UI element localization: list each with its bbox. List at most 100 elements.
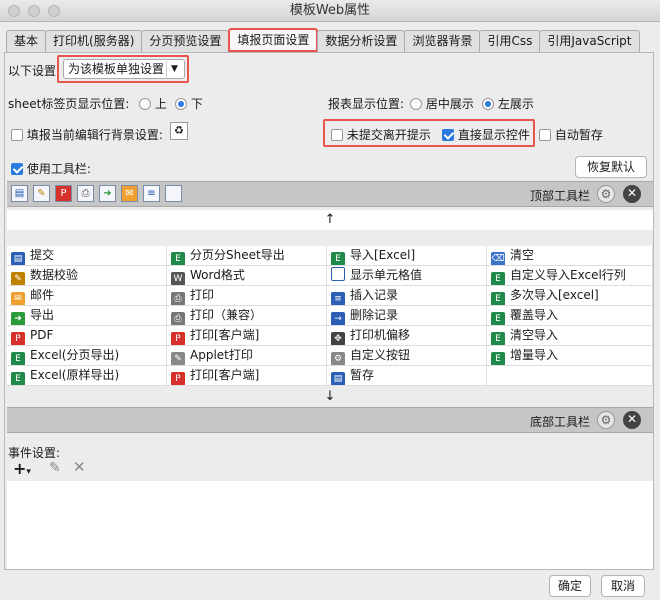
cancel-button[interactable]: 取消: [601, 575, 645, 597]
toolbar-item[interactable]: E 增量导入: [487, 346, 653, 366]
scope-select[interactable]: 为该模板单独设置 ▼: [63, 59, 185, 79]
gear-icon: ⚙: [331, 352, 345, 365]
toolbar-item[interactable]: E 自定义导入Excel行列: [487, 266, 653, 286]
gear-icon[interactable]: ⚙: [597, 411, 615, 429]
ok-button[interactable]: 确定: [549, 575, 591, 597]
close-icon[interactable]: ✕: [623, 185, 641, 203]
toolbar-item[interactable]: W Word格式: [167, 266, 327, 286]
save-icon[interactable]: ▤: [11, 185, 28, 202]
toolbar-item[interactable]: ≡ 插入记录: [327, 286, 487, 306]
checkbox[interactable]: [11, 129, 23, 141]
tab-printer-server[interactable]: 打印机(服务器): [45, 30, 143, 52]
report-pos-left-option[interactable]: 左展示: [482, 95, 534, 112]
checkbox[interactable]: [331, 129, 343, 141]
toolbar-item[interactable]: ⎙ 打印: [167, 286, 327, 306]
tab-javascript[interactable]: 引用JavaScript: [539, 30, 640, 52]
toolbar-item-label: 多次导入[excel]: [510, 288, 599, 302]
toolbar-item: [487, 366, 653, 386]
toolbar-item[interactable]: ✎ Applet打印: [167, 346, 327, 366]
radio-button[interactable]: [482, 98, 494, 110]
toolbar-item[interactable]: → 删除记录: [327, 306, 487, 326]
close-window-icon[interactable]: [8, 5, 20, 17]
export-icon[interactable]: ➜: [99, 185, 116, 202]
unsubmitted-warn-option[interactable]: 未提交离开提示: [331, 126, 431, 143]
toolbar-item[interactable]: ⌫ 清空: [487, 246, 653, 266]
tab-css[interactable]: 引用Css: [479, 30, 541, 52]
insert-row-icon[interactable]: ≡: [143, 185, 160, 202]
toolbar-item[interactable]: P 打印[客户端]: [167, 326, 327, 346]
checkbox[interactable]: [11, 163, 23, 175]
toolbar-item[interactable]: E 清空导入: [487, 326, 653, 346]
toolbar-item[interactable]: E Excel(原样导出): [7, 366, 167, 386]
pdf-icon[interactable]: P: [55, 185, 72, 202]
cell-icon[interactable]: [165, 185, 182, 202]
toolbar-item-label: Applet打印: [190, 348, 253, 362]
tab-page-preview[interactable]: 分页预览设置: [141, 30, 230, 52]
validate-icon: ✎: [11, 272, 25, 285]
toolbar-item[interactable]: ⎙ 打印（兼容）: [167, 306, 327, 326]
scope-value: 为该模板单独设置: [68, 62, 165, 76]
option-label: 填报当前编辑行背景设置:: [26, 128, 163, 142]
restore-default-button[interactable]: 恢复默认: [575, 156, 647, 178]
print-icon: ⎙: [171, 312, 185, 325]
print-icon[interactable]: ⎙: [77, 185, 94, 202]
toolbar-item[interactable]: ▤ 暂存: [327, 366, 487, 386]
scope-label: 以下设置:: [8, 64, 61, 78]
checkbox[interactable]: [539, 129, 551, 141]
toolbar-item[interactable]: ✉ 邮件: [7, 286, 167, 306]
radio-button[interactable]: [175, 98, 187, 110]
top-toolbar: ▤ ✎ P ⎙ ➜ ✉ ≡ 顶部工具栏 ⚙ ✕: [7, 181, 653, 207]
zoom-window-icon[interactable]: [48, 5, 60, 17]
arrow-up-icon: ↑: [7, 210, 653, 230]
events-list[interactable]: [7, 481, 653, 569]
use-toolbar-option[interactable]: 使用工具栏:: [11, 160, 91, 177]
save-icon: ▤: [331, 372, 345, 385]
save-icon: ▤: [11, 252, 25, 265]
toolbar-item-label: 打印[客户端]: [190, 368, 260, 382]
option-label: 居中展示: [425, 97, 474, 111]
checkbox[interactable]: [442, 129, 454, 141]
add-icon[interactable]: +▾: [13, 459, 31, 478]
toolbar-item[interactable]: E 分页分Sheet导出: [167, 246, 327, 266]
toolbar-item[interactable]: E 导入[Excel]: [327, 246, 487, 266]
toolbar-item[interactable]: ▤ 提交: [7, 246, 167, 266]
toolbar-item[interactable]: P 打印[客户端]: [167, 366, 327, 386]
radio-button[interactable]: [410, 98, 422, 110]
tab-fill-page[interactable]: 填报页面设置: [228, 28, 319, 52]
toolbar-item[interactable]: E 多次导入[excel]: [487, 286, 653, 306]
close-icon[interactable]: ✕: [623, 411, 641, 429]
show-controls-option[interactable]: 直接显示控件: [442, 126, 530, 143]
tab-basic[interactable]: 基本: [6, 30, 47, 52]
excel-icon: E: [491, 292, 505, 305]
toolbar-item[interactable]: ➜ 导出: [7, 306, 167, 326]
toolbar-item[interactable]: P PDF: [7, 326, 167, 346]
toolbar-item[interactable]: E 覆盖导入: [487, 306, 653, 326]
sheet-pos-top-option[interactable]: 上: [139, 95, 167, 112]
word-icon: W: [171, 272, 185, 285]
delete-icon[interactable]: ✕: [73, 458, 86, 476]
mail-icon[interactable]: ✉: [121, 185, 138, 202]
excel-icon: E: [491, 352, 505, 365]
toolbar-item[interactable]: ✥ 打印机偏移: [327, 326, 487, 346]
minimize-window-icon[interactable]: [28, 5, 40, 17]
toolbar-item[interactable]: 显示单元格值: [327, 266, 487, 286]
edit-icon[interactable]: ✎: [49, 460, 61, 476]
row-bg-option[interactable]: 填报当前编辑行背景设置:: [11, 126, 163, 143]
gear-icon[interactable]: ⚙: [597, 185, 615, 203]
auto-save-option[interactable]: 自动暂存: [539, 126, 603, 143]
paint-bucket-icon[interactable]: ♻: [170, 122, 188, 140]
settings-panel: 以下设置: 为该模板单独设置 ▼ sheet标签页显示位置: 上 下 报表显示位…: [4, 52, 654, 570]
toolbar-item[interactable]: E Excel(分页导出): [7, 346, 167, 366]
tab-browser-bg[interactable]: 浏览器背景: [404, 30, 481, 52]
toolbar-item[interactable]: ✎ 数据校验: [7, 266, 167, 286]
arrow-down-icon: ↓: [7, 387, 653, 407]
report-pos-center-option[interactable]: 居中展示: [410, 95, 474, 112]
toolbar-item[interactable]: ⚙ 自定义按钮: [327, 346, 487, 366]
validate-icon[interactable]: ✎: [33, 185, 50, 202]
radio-button[interactable]: [139, 98, 151, 110]
bottom-toolbar: 底部工具栏 ⚙ ✕: [7, 407, 653, 433]
sheet-pos-bottom-option[interactable]: 下: [175, 95, 203, 112]
pdf-icon: P: [11, 332, 25, 345]
toolbar-item-label: Word格式: [190, 268, 245, 282]
tab-data-analysis[interactable]: 数据分析设置: [317, 30, 406, 52]
